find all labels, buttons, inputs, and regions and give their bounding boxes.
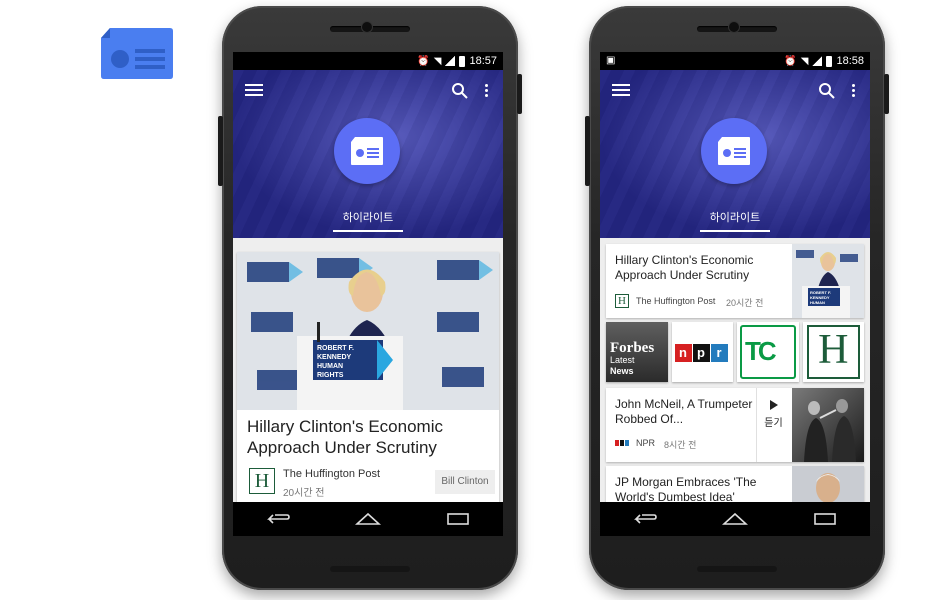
phone-screen: ▣ ⏰ ◥ 18:58 하이라이트 Hillary Clinton's Econ… [600,52,870,536]
status-time: 18:58 [836,55,864,67]
source-tile-forbes[interactable]: Forbes Latest News [606,322,668,382]
svg-text:HUMAN: HUMAN [810,300,825,305]
more-options-icon[interactable] [852,84,856,98]
svg-text:KENNEDY: KENNEDY [317,354,352,361]
npr-small-logo-icon [615,440,629,446]
article-card-1[interactable]: Hillary Clinton's Economic Approach Unde… [606,244,864,318]
menu-icon[interactable] [245,84,263,98]
front-camera [729,22,739,32]
menu-icon[interactable] [612,84,630,98]
back-icon[interactable] [263,509,293,529]
status-bar: ▣ ⏰ ◥ 18:58 [600,52,870,70]
showcase-stage: ⏰ ◥ 18:57 하이라이트 ROBERT F. KENNEDY HUMAN … [0,0,950,600]
section-header: 하이라이트 [233,70,503,238]
battery-icon [459,55,466,67]
android-nav-bar [233,502,503,536]
topic-tag[interactable]: Bill Clinton [435,470,495,494]
source-tile-npr[interactable]: n p r [671,322,733,382]
source-tile-techcrunch[interactable]: TC [737,322,799,382]
front-camera [362,22,372,32]
tab-indicator [700,230,770,232]
article-title[interactable]: John McNeil, A Trumpeter Robbed Of... [615,397,755,427]
article-photo: ROBERT F. KENNEDY HUMAN RIGHTS [237,252,499,410]
news-card-icon [351,137,383,165]
article-time: 20시간 전 [726,298,764,308]
svg-text:HUMAN: HUMAN [317,363,343,370]
section-badge [334,118,400,184]
bottom-speaker [330,566,410,572]
status-bar: ⏰ ◥ 18:57 [233,52,503,70]
article-time: 20시간 전 [283,488,325,499]
power-button [517,74,522,114]
volume-button [585,116,590,186]
article-title[interactable]: Hillary Clinton's Economic Approach Unde… [247,416,492,458]
section-title[interactable]: 하이라이트 [233,209,503,225]
volume-button [218,116,223,186]
article-title[interactable]: JP Morgan Embraces 'The World's Dumbest … [615,475,775,505]
article-card-2[interactable]: John McNeil, A Trumpeter Robbed Of... NP… [606,388,864,462]
source-tile-huffpost[interactable]: H [802,322,864,382]
signal-icon [445,56,456,66]
article-source[interactable]: The Huffington Post [636,296,715,306]
huffpost-logo-icon: H [249,468,275,494]
back-icon[interactable] [630,509,660,529]
section-header: 하이라이트 [600,70,870,238]
home-icon[interactable] [353,509,383,529]
npr-logo-icon: n p r [674,344,728,362]
news-card-icon [718,137,750,165]
search-icon[interactable] [451,82,469,100]
article-source[interactable]: The Huffington Post [283,468,380,480]
phone-screen: ⏰ ◥ 18:57 하이라이트 ROBERT F. KENNEDY HUMAN … [233,52,503,536]
bottom-speaker [697,566,777,572]
section-title[interactable]: 하이라이트 [600,209,870,225]
phone-mockup-1: ⏰ ◥ 18:57 하이라이트 ROBERT F. KENNEDY HUMAN … [218,6,522,590]
article-time: 8시간 전 [664,440,697,450]
wifi-icon: ◥ [800,55,809,67]
sources-row: Forbes Latest News n p r TC H [606,322,864,382]
techcrunch-logo-icon: TC [745,336,777,366]
huffpost-logo-icon: H [615,294,629,308]
listen-button[interactable]: 듣기 [756,388,790,462]
play-icon [769,400,778,410]
image-notification-icon: ▣ [606,55,616,66]
status-time: 18:57 [469,55,497,67]
alarm-icon: ⏰ [417,55,430,67]
signal-icon [812,56,823,66]
battery-icon [826,55,833,67]
phone-mockup-2: ▣ ⏰ ◥ 18:58 하이라이트 Hillary Clinton's Econ… [585,6,889,590]
article-title[interactable]: Hillary Clinton's Economic Approach Unde… [615,253,775,283]
hero-article-card[interactable]: ROBERT F. KENNEDY HUMAN RIGHTS Hillary C… [237,252,499,532]
android-nav-bar [600,502,870,536]
recents-icon[interactable] [810,509,840,529]
wifi-icon: ◥ [433,55,442,67]
section-badge [701,118,767,184]
tab-indicator [333,230,403,232]
huffpost-logo-icon: H [818,327,849,373]
news-app-logo-icon [101,28,173,79]
alarm-icon: ⏰ [784,55,797,67]
article-source[interactable]: NPR [636,438,655,448]
recents-icon[interactable] [443,509,473,529]
home-icon[interactable] [720,509,750,529]
more-options-icon[interactable] [485,84,489,98]
svg-text:RIGHTS: RIGHTS [317,372,344,379]
svg-text:ROBERT F.: ROBERT F. [317,345,354,352]
search-icon[interactable] [818,82,836,100]
power-button [884,74,889,114]
article-thumbnail: ROBERT F. KENNEDY HUMAN [792,244,864,318]
article-thumbnail [792,388,864,462]
